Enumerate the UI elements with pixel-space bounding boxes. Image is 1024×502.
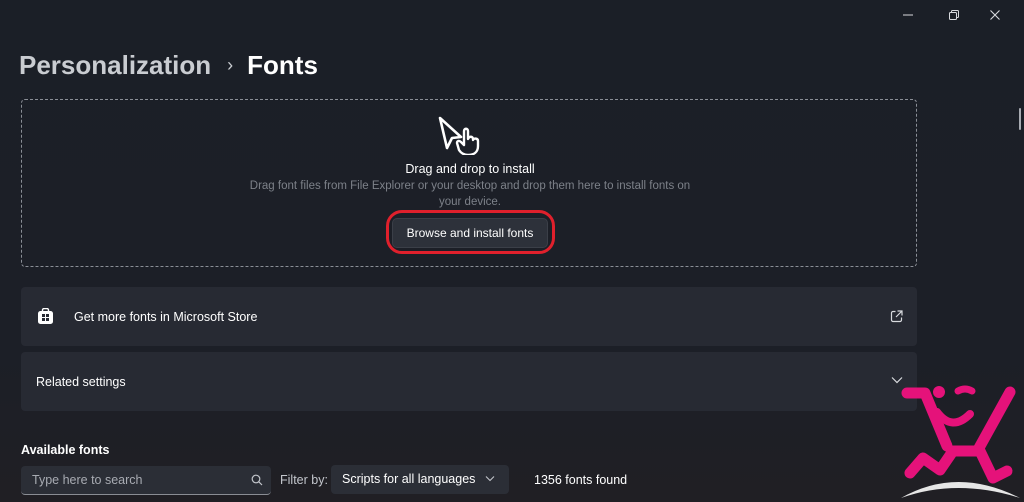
filter-by-label: Filter by: — [280, 473, 328, 487]
drop-zone-title: Drag and drop to install — [405, 162, 535, 176]
close-button[interactable] — [975, 0, 1015, 30]
page-title: Fonts — [247, 50, 318, 80]
minimize-icon — [903, 14, 913, 16]
breadcrumb-separator-icon: › — [227, 55, 234, 75]
jumping-figure-logo — [901, 385, 1020, 498]
microsoft-store-icon — [38, 308, 53, 324]
font-search-box[interactable] — [21, 466, 271, 495]
close-icon — [990, 10, 1000, 20]
filter-selected-value: Scripts for all languages — [342, 472, 476, 486]
fonts-found-count: 1356 fonts found — [534, 473, 628, 487]
script-filter-dropdown[interactable]: Scripts for all languages — [331, 465, 509, 494]
maximize-button[interactable] — [934, 0, 974, 30]
drag-drop-hand-icon — [438, 116, 480, 155]
open-external-icon — [890, 310, 903, 323]
related-settings-label: Related settings — [36, 374, 126, 389]
browse-and-install-fonts-button[interactable]: Browse and install fonts — [392, 218, 548, 248]
store-card-label: Get more fonts in Microsoft Store — [74, 309, 258, 324]
vertical-scrollbar-thumb[interactable] — [1019, 108, 1021, 130]
related-settings-card[interactable]: Related settings — [21, 352, 917, 411]
dropdown-chevron-icon — [485, 476, 495, 482]
breadcrumb-personalization[interactable]: Personalization — [19, 50, 211, 81]
get-more-fonts-store-card[interactable]: Get more fonts in Microsoft Store — [21, 287, 917, 346]
search-icon[interactable] — [251, 474, 263, 486]
font-search-input[interactable] — [30, 472, 244, 488]
minimize-button[interactable] — [888, 0, 928, 30]
breadcrumb: Personalization › Fonts — [19, 50, 318, 81]
drop-zone-description: Drag font files from File Explorer or yo… — [249, 180, 691, 208]
available-fonts-heading: Available fonts — [21, 443, 110, 457]
restore-icon — [949, 10, 959, 20]
